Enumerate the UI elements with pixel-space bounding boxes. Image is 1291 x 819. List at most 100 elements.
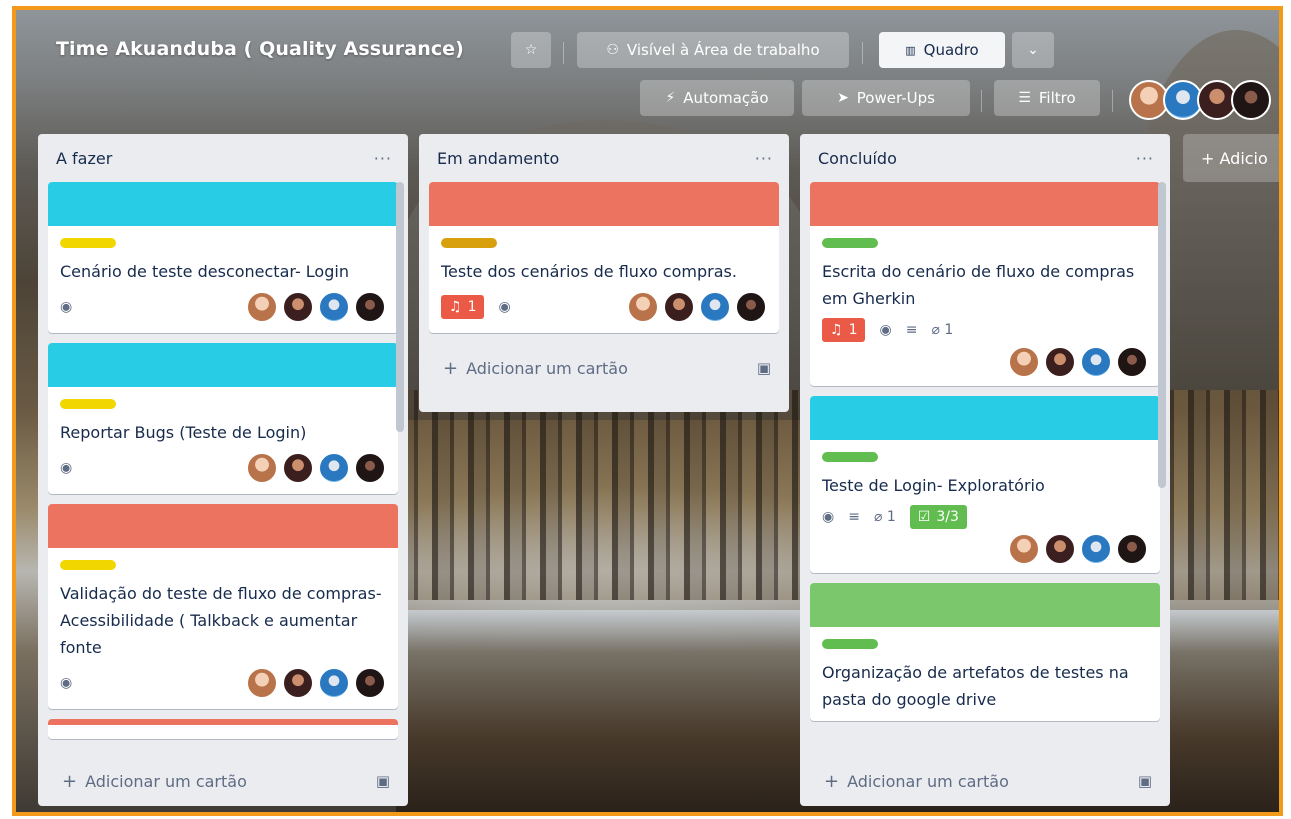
card-cover: [810, 583, 1160, 627]
chevron-down-icon: ⌄: [1027, 42, 1039, 58]
add-list-button[interactable]: + Adicio: [1183, 134, 1279, 182]
avatar[interactable]: [318, 291, 350, 323]
avatar[interactable]: [282, 667, 314, 699]
card-members: [822, 533, 1148, 565]
rocket-icon: ➤: [837, 90, 849, 106]
attachment-badge: ⌀ 1: [874, 509, 896, 525]
filter-label: Filtro: [1038, 89, 1076, 107]
board-view-button[interactable]: ▥ Quadro: [879, 32, 1005, 68]
card[interactable]: Escrita do cenário de fluxo de compras e…: [810, 182, 1160, 386]
card-container: Teste dos cenários de fluxo compras. ♫ 1…: [419, 182, 789, 343]
visibility-button[interactable]: ⚇ Visível à Área de trabalho: [577, 32, 849, 68]
avatar[interactable]: [354, 667, 386, 699]
card-cover: [810, 396, 1160, 440]
people-icon: ⚇: [606, 42, 619, 58]
filter-button[interactable]: ☰ Filtro: [994, 80, 1100, 116]
avatar[interactable]: [735, 291, 767, 323]
card-label[interactable]: [60, 238, 116, 248]
avatar[interactable]: [1008, 533, 1040, 565]
avatar[interactable]: [282, 291, 314, 323]
card[interactable]: Cenário de teste desconectar- Login ◉: [48, 182, 398, 333]
card[interactable]: [48, 719, 398, 739]
list-scrollbar[interactable]: [1158, 182, 1166, 488]
avatar[interactable]: [1080, 533, 1112, 565]
add-card-button[interactable]: + Adicionar um cartão ▣: [38, 756, 408, 806]
card-label[interactable]: [822, 639, 878, 649]
description-icon: ≡: [848, 509, 860, 525]
star-button[interactable]: ☆: [511, 32, 551, 68]
notification-count: 1: [848, 322, 858, 338]
avatar[interactable]: [246, 291, 278, 323]
card[interactable]: Validação do teste de fluxo de compras- …: [48, 504, 398, 709]
card[interactable]: Organização de artefatos de testes na pa…: [810, 583, 1160, 721]
avatar[interactable]: [354, 452, 386, 484]
card-container: Escrita do cenário de fluxo de compras e…: [800, 182, 1170, 756]
eye-icon: ◉: [60, 675, 73, 691]
list-menu-button[interactable]: ···: [755, 149, 773, 168]
avatar[interactable]: [1116, 533, 1148, 565]
paperclip-icon: ⌀: [873, 509, 883, 525]
card-template-icon[interactable]: ▣: [757, 359, 771, 377]
list-menu-button[interactable]: ···: [374, 149, 392, 168]
plus-icon: +: [443, 357, 459, 379]
automation-button[interactable]: ⚡ Automação: [640, 80, 794, 116]
board-view-label: Quadro: [923, 41, 979, 59]
card[interactable]: Teste dos cenários de fluxo compras. ♫ 1…: [429, 182, 779, 333]
list-concluido: Concluído ··· Escrita do cenário de flux…: [800, 134, 1170, 806]
card-title: Organização de artefatos de testes na pa…: [822, 663, 1129, 709]
avatar[interactable]: [354, 291, 386, 323]
board-header: Time Akuanduba ( Quality Assurance) ☆ ⚇ …: [16, 10, 1279, 130]
board-title[interactable]: Time Akuanduba ( Quality Assurance): [56, 38, 464, 60]
card-members: [246, 291, 386, 323]
add-card-button[interactable]: + Adicionar um cartão ▣: [800, 756, 1170, 806]
avatar[interactable]: [246, 452, 278, 484]
avatar[interactable]: [1008, 346, 1040, 378]
list-title[interactable]: A fazer: [56, 149, 112, 168]
card-label[interactable]: [60, 399, 116, 409]
card-cover: [429, 182, 779, 226]
list-em-andamento: Em andamento ··· Teste dos cenários de f…: [419, 134, 789, 412]
avatar[interactable]: [318, 667, 350, 699]
card-container: Cenário de teste desconectar- Login ◉ Re…: [38, 182, 408, 756]
card-title: Validação do teste de fluxo de compras- …: [60, 584, 382, 657]
add-card-button[interactable]: + Adicionar um cartão ▣: [419, 343, 789, 393]
checklist-count: 3/3: [936, 509, 959, 525]
bell-icon: ♫: [830, 322, 843, 338]
attachment-count: 1: [886, 509, 896, 525]
description-icon: ≡: [905, 322, 918, 338]
checklist-badge: ☑ 3/3: [909, 505, 967, 529]
add-card-label: Adicionar um cartão: [466, 358, 628, 378]
notification-badge: ♫ 1: [441, 295, 485, 319]
avatar[interactable]: [1231, 80, 1271, 120]
card-cover: [48, 504, 398, 548]
card[interactable]: Teste de Login- Exploratório ◉ ≡ ⌀ 1 ☑ 3…: [810, 396, 1160, 573]
eye-icon: ◉: [498, 299, 511, 315]
avatar[interactable]: [1044, 346, 1076, 378]
card-label[interactable]: [822, 238, 878, 248]
avatar[interactable]: [627, 291, 659, 323]
star-icon: ☆: [524, 42, 538, 58]
avatar[interactable]: [1116, 346, 1148, 378]
avatar[interactable]: [663, 291, 695, 323]
avatar[interactable]: [246, 667, 278, 699]
view-switcher-button[interactable]: ⌄: [1012, 32, 1054, 68]
card-label[interactable]: [441, 238, 497, 248]
avatar[interactable]: [1044, 533, 1076, 565]
attachment-badge: ⌀ 1: [931, 322, 953, 338]
avatar[interactable]: [318, 452, 350, 484]
avatar[interactable]: [282, 452, 314, 484]
list-menu-button[interactable]: ···: [1136, 149, 1154, 168]
list-title[interactable]: Em andamento: [437, 149, 559, 168]
list-title[interactable]: Concluído: [818, 149, 897, 168]
card-template-icon[interactable]: ▣: [1138, 772, 1152, 790]
card-label[interactable]: [60, 560, 116, 570]
powerups-button[interactable]: ➤ Power-Ups: [802, 80, 970, 116]
card[interactable]: Reportar Bugs (Teste de Login) ◉: [48, 343, 398, 494]
visibility-label: Visível à Área de trabalho: [626, 41, 820, 59]
list-scrollbar[interactable]: [396, 182, 404, 432]
card-label[interactable]: [822, 452, 878, 462]
avatar[interactable]: [699, 291, 731, 323]
board-canvas: Time Akuanduba ( Quality Assurance) ☆ ⚇ …: [12, 6, 1283, 816]
avatar[interactable]: [1080, 346, 1112, 378]
card-template-icon[interactable]: ▣: [376, 772, 390, 790]
